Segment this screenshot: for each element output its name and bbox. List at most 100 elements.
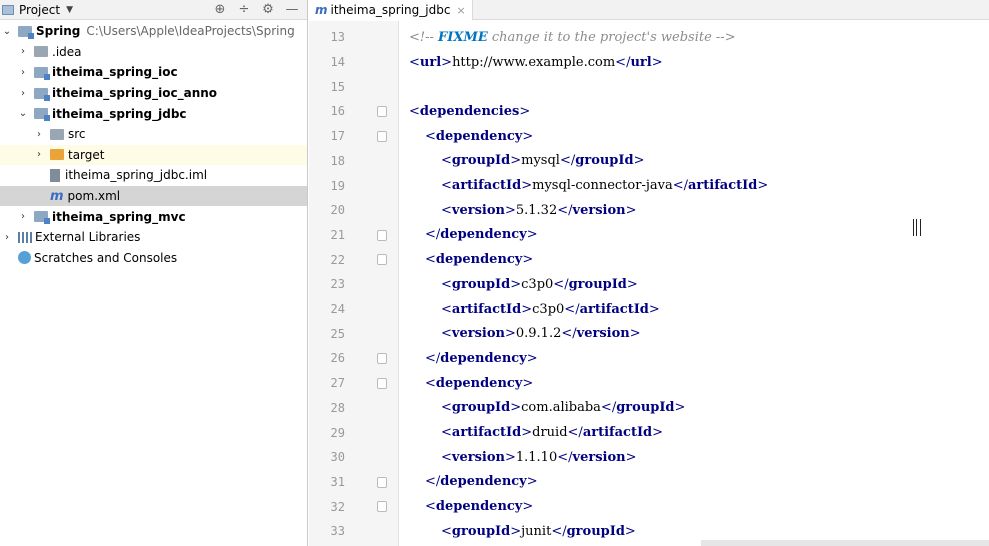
xml-tag-name: version (451, 449, 505, 465)
tag-bracket: > (521, 301, 533, 317)
fold-marker-icon[interactable] (377, 130, 387, 142)
chevron-right-icon[interactable]: › (18, 46, 28, 57)
tree-item[interactable]: ⌄ itheima_spring_jdbc (0, 103, 307, 124)
tag-bracket: > (522, 375, 534, 391)
fold-marker-icon[interactable] (377, 106, 387, 118)
tree-item-label: itheima_spring_ioc (52, 65, 178, 80)
code-line: < dependency > (425, 124, 533, 149)
tag-bracket: </ (425, 474, 441, 490)
xml-text-value: mysql-connector-java (532, 178, 673, 194)
line-number: 33 (330, 524, 345, 539)
code-line: </dependency > (425, 470, 538, 495)
tag-bracket: </ (557, 202, 573, 218)
tag-bracket: > (526, 474, 538, 490)
horizontal-scrollbar[interactable] (701, 540, 989, 546)
folder-gray-icon (34, 46, 48, 58)
xml-tag-name: groupId (451, 400, 511, 416)
xml-tag-name: artifactId (688, 178, 758, 194)
tree-item[interactable]: › itheima_spring_ioc_anno (0, 83, 307, 104)
code-line: </dependency > (425, 346, 538, 371)
line-number: 16 (330, 104, 345, 119)
fold-marker-icon[interactable] (377, 229, 387, 241)
fixme-marker: FIXME (438, 29, 488, 45)
fold-marker-icon[interactable] (377, 377, 387, 389)
line-number: 28 (330, 400, 345, 415)
tag-bracket: </ (615, 54, 631, 70)
tag-bracket: > (651, 54, 663, 70)
tree-item[interactable]: › External Libraries (0, 227, 307, 248)
xml-text-value: c3p0 (532, 301, 565, 317)
chevron-right-icon[interactable]: › (18, 211, 28, 222)
tree-item[interactable]: itheima_spring_jdbc.iml (0, 165, 307, 186)
tree-item-label: .idea (52, 44, 82, 59)
project-view-selector[interactable]: Project (19, 3, 60, 17)
chevron-down-icon[interactable]: ⌄ (18, 108, 28, 119)
tag-bracket: < (409, 103, 420, 119)
tag-bracket: > (510, 400, 522, 416)
tag-bracket: > (626, 276, 638, 292)
comment-text: <!-- (409, 29, 439, 45)
tag-bracket: < (441, 178, 452, 194)
fold-marker-icon[interactable] (377, 353, 387, 365)
folder-module-icon (34, 66, 50, 80)
chevron-down-icon[interactable]: ⌄ (2, 26, 12, 37)
tag-bracket: </ (567, 425, 583, 441)
tree-item[interactable]: Scratches and Consoles (0, 248, 307, 269)
tree-item[interactable]: › itheima_spring_ioc (0, 62, 307, 83)
tag-bracket: > (633, 153, 645, 169)
tag-bracket: > (652, 425, 664, 441)
folder-gray-icon (50, 128, 64, 140)
code-line: < version >5.1.32 </version > (441, 198, 636, 223)
line-number: 21 (330, 227, 345, 242)
tag-bracket: > (624, 523, 636, 539)
line-number: 30 (330, 450, 345, 465)
folder-module-icon (34, 108, 50, 122)
tag-bracket: </ (553, 276, 569, 292)
xml-tag-name: dependencies (419, 103, 520, 119)
tree-item-label: itheima_spring_mvc (52, 209, 186, 224)
chevron-down-icon[interactable]: ▼ (66, 5, 73, 15)
tree-item[interactable]: › src (0, 124, 307, 145)
chevron-right-icon[interactable]: › (34, 149, 44, 160)
xml-tag-name: artifactId (451, 301, 522, 317)
chevron-right-icon[interactable]: › (18, 88, 28, 99)
tree-item[interactable]: ⌄ Spring C:\Users\Apple\IdeaProjects\Sprin… (0, 21, 307, 42)
xml-tag-name: groupId (451, 153, 511, 169)
tree-item[interactable]: › .idea (0, 42, 307, 63)
tab-pom-xml[interactable]: m itheima_spring_jdbc × (309, 0, 473, 20)
minimize-icon[interactable]: — (285, 2, 299, 17)
xml-tag-name: dependency (435, 128, 523, 144)
locate-icon[interactable]: ⊕ (213, 2, 227, 17)
tree-item[interactable]: m pom.xml (0, 185, 307, 207)
fold-marker-icon[interactable] (377, 476, 387, 488)
chevron-right-icon[interactable]: › (18, 67, 28, 78)
line-number: 22 (330, 252, 345, 267)
xml-text-value: com.alibaba (521, 400, 601, 416)
tag-bracket: </ (425, 350, 441, 366)
tag-bracket: > (629, 326, 641, 342)
tree-item[interactable]: › target (0, 144, 307, 166)
tree-item[interactable]: › itheima_spring_mvc (0, 206, 307, 227)
text-cursor-icon (913, 219, 921, 236)
xml-tag-name: version (576, 326, 630, 342)
tree-item-label: itheima_spring_jdbc.iml (65, 168, 208, 183)
fold-marker-icon[interactable] (377, 501, 387, 513)
tag-bracket: < (441, 326, 452, 342)
line-number: 13 (330, 30, 345, 45)
folder-orange-icon (50, 149, 64, 161)
line-number: 31 (330, 474, 345, 489)
fold-marker-icon[interactable] (377, 254, 387, 266)
chevron-right-icon[interactable]: › (34, 129, 44, 140)
chevron-right-icon[interactable]: › (2, 232, 12, 243)
tag-bracket: < (409, 54, 420, 70)
tree-item-label: Spring (36, 24, 81, 39)
tag-bracket: </ (425, 227, 441, 243)
gear-icon[interactable]: ⚙ (261, 2, 275, 17)
close-icon[interactable]: × (456, 4, 465, 17)
code-line: < artifactId > c3p0 </artifactId > (441, 297, 660, 322)
code-area[interactable]: <!-- FIXME change it to the project's we… (400, 21, 989, 546)
xml-tag-name: artifactId (582, 425, 653, 441)
code-line: < groupId > mysql </groupId > (441, 149, 644, 174)
code-line: < version >0.9.1.2 </version > (441, 321, 641, 346)
collapse-all-icon[interactable]: ÷ (237, 2, 251, 17)
